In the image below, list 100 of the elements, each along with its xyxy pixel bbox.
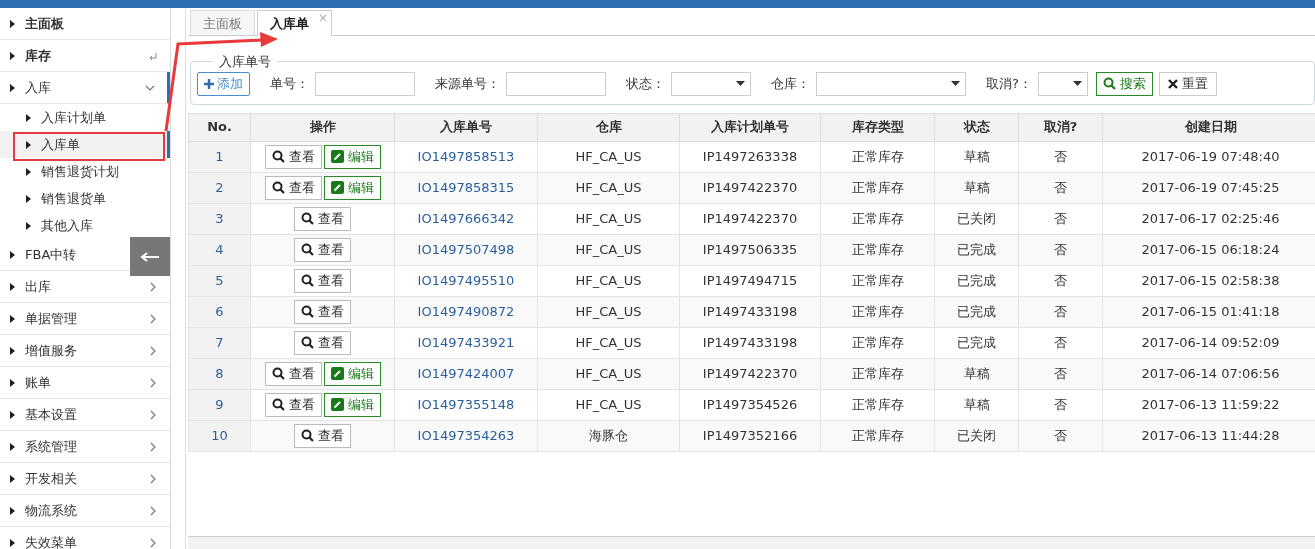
select-field[interactable]	[816, 71, 966, 96]
select-field[interactable]	[671, 71, 751, 96]
filter-legend: 入库单号	[213, 52, 277, 72]
triangle-icon	[10, 314, 15, 323]
row-number: 8	[188, 358, 251, 389]
submenu-item[interactable]: 其他入库	[0, 212, 170, 239]
sidebar-item[interactable]: FBA中转	[0, 239, 170, 271]
table-cell: 否	[1018, 234, 1103, 265]
triangle-icon	[26, 140, 31, 149]
view-button[interactable]: 查看	[294, 423, 351, 448]
order-number-link[interactable]: IO1497507498	[394, 234, 538, 265]
table-cell: 2017-06-15 06:18:24	[1102, 234, 1315, 265]
view-button[interactable]: 查看	[294, 206, 351, 231]
column-header[interactable]: 创建日期	[1102, 113, 1315, 141]
view-button[interactable]: 查看	[264, 144, 322, 169]
sidebar-item[interactable]: 库存	[0, 40, 170, 72]
search-icon	[301, 212, 314, 225]
caret-icon	[736, 81, 745, 86]
row-number: 1	[188, 141, 251, 172]
table-cell: IP1497422370	[679, 172, 821, 203]
submenu-item[interactable]: 销售退货单	[0, 185, 170, 212]
triangle-icon	[10, 346, 15, 355]
edit-icon	[330, 398, 344, 411]
sidebar-item[interactable]: 单据管理	[0, 303, 170, 335]
edit-icon	[330, 367, 344, 380]
edit-button[interactable]: 编辑	[323, 361, 381, 386]
input-field[interactable]	[315, 71, 415, 96]
input-field[interactable]	[506, 71, 606, 96]
collapse-sidebar-button[interactable]	[130, 237, 170, 276]
table-cell: HF_CA_US	[537, 141, 680, 172]
sidebar-item[interactable]: 出库	[0, 271, 170, 303]
submenu-item[interactable]: 入库单	[0, 131, 170, 158]
column-header[interactable]: 状态	[934, 113, 1019, 141]
reset-button[interactable]: 重置	[1158, 71, 1217, 96]
order-number-link[interactable]: IO1497490872	[394, 296, 538, 327]
view-button[interactable]: 查看	[264, 392, 322, 417]
view-button[interactable]: 查看	[264, 175, 322, 200]
table-cell: HF_CA_US	[537, 203, 680, 234]
triangle-icon	[10, 19, 15, 28]
triangle-icon	[10, 51, 15, 60]
edit-button[interactable]: 编辑	[323, 175, 381, 200]
table-cell: 否	[1018, 203, 1103, 234]
view-button[interactable]: 查看	[294, 268, 351, 293]
order-number-link[interactable]: IO1497495510	[394, 265, 538, 296]
table-cell: IP1497354526	[679, 389, 821, 420]
sidebar-item[interactable]: 主面板	[0, 8, 170, 40]
edit-icon	[330, 181, 344, 194]
search-icon	[301, 429, 314, 442]
order-number-link[interactable]: IO1497424007	[394, 358, 538, 389]
edit-button[interactable]: 编辑	[323, 392, 381, 417]
column-header[interactable]: 操作	[250, 113, 395, 141]
column-header[interactable]: No.	[188, 113, 251, 141]
view-button[interactable]: 查看	[264, 361, 322, 386]
tab[interactable]: 入库单 ×	[257, 10, 332, 36]
view-button[interactable]: 查看	[294, 299, 351, 324]
order-number-link[interactable]: IO1497858315	[394, 172, 538, 203]
table-cell: HF_CA_US	[537, 358, 680, 389]
order-number-link[interactable]: IO1497355148	[394, 389, 538, 420]
column-header[interactable]: 入库单号	[394, 113, 538, 141]
submenu-item[interactable]: 入库计划单	[0, 104, 170, 131]
triangle-icon	[10, 83, 15, 92]
order-number-link[interactable]: IO1497433921	[394, 327, 538, 358]
order-number-link[interactable]: IO1497858513	[394, 141, 538, 172]
tab[interactable]: 主面板	[190, 10, 255, 35]
plus-icon	[204, 78, 214, 89]
view-button[interactable]: 查看	[294, 330, 351, 355]
return-icon	[148, 50, 158, 61]
search-icon	[271, 398, 285, 411]
table-cell: 否	[1018, 389, 1103, 420]
chevron-right-icon	[148, 345, 158, 356]
sidebar-item[interactable]: 失效菜单	[0, 527, 170, 549]
sidebar-item[interactable]: 账单	[0, 367, 170, 399]
table-cell: 否	[1018, 327, 1103, 358]
column-header[interactable]: 库存类型	[820, 113, 935, 141]
submenu-item[interactable]: 销售退货计划	[0, 158, 170, 185]
table-cell: 否	[1018, 172, 1103, 203]
add-button[interactable]: 添加	[197, 71, 250, 96]
search-icon	[301, 305, 314, 318]
row-number: 6	[188, 296, 251, 327]
column-header[interactable]: 仓库	[537, 113, 680, 141]
search-icon	[271, 367, 285, 380]
sidebar-item[interactable]: 增值服务	[0, 335, 170, 367]
sidebar-item[interactable]: 开发相关	[0, 463, 170, 495]
table-cell: HF_CA_US	[537, 389, 680, 420]
search-button[interactable]: 搜索	[1095, 71, 1153, 96]
chevron-right-icon	[148, 409, 158, 420]
sidebar-item[interactable]: 物流系统	[0, 495, 170, 527]
sidebar-item[interactable]: 入库	[0, 72, 170, 104]
triangle-icon	[26, 113, 31, 122]
order-number-link[interactable]: IO1497666342	[394, 203, 538, 234]
sidebar-item[interactable]: 系统管理	[0, 431, 170, 463]
edit-button[interactable]: 编辑	[323, 144, 381, 169]
table-cell: IP1497422370	[679, 358, 821, 389]
table-cell: 正常库存	[820, 234, 935, 265]
select-field[interactable]	[1037, 71, 1088, 96]
order-number-link[interactable]: IO1497354263	[394, 420, 538, 451]
sidebar-item[interactable]: 基本设置	[0, 399, 170, 431]
column-header[interactable]: 取消?	[1018, 113, 1103, 141]
column-header[interactable]: 入库计划单号	[679, 113, 821, 141]
view-button[interactable]: 查看	[294, 237, 351, 262]
